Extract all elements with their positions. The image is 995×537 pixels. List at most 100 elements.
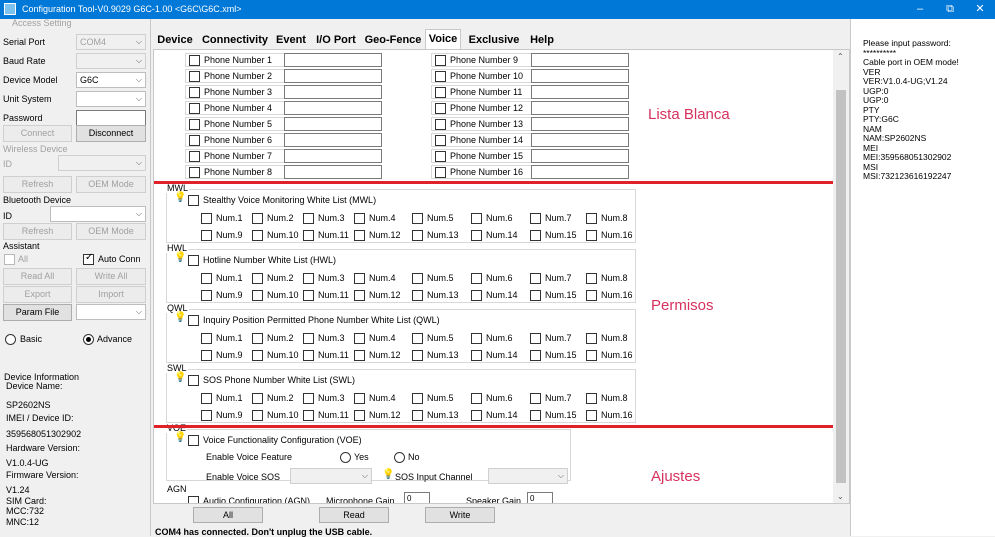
swl-num-checkbox[interactable] <box>201 393 212 404</box>
phone-12-input[interactable] <box>531 101 629 115</box>
mwl-checkbox[interactable] <box>188 195 199 206</box>
phone-9-input[interactable] <box>531 53 629 67</box>
swl-num-checkbox[interactable] <box>354 393 365 404</box>
param-file-button[interactable]: Param File <box>3 304 72 321</box>
mwl-num-checkbox[interactable] <box>354 213 365 224</box>
qwl-num-checkbox[interactable] <box>412 333 423 344</box>
import-button[interactable]: Import <box>76 286 146 303</box>
hwl-checkbox[interactable] <box>188 255 199 266</box>
mwl-num-checkbox[interactable] <box>252 213 263 224</box>
phone-1-input[interactable] <box>284 53 382 67</box>
microphone-gain-input[interactable]: 0 <box>404 492 430 503</box>
phone-10-input[interactable] <box>531 69 629 83</box>
mwl-num-checkbox[interactable] <box>252 230 263 241</box>
qwl-num-checkbox[interactable] <box>201 350 212 361</box>
voice-sos-select[interactable]: ⌵ <box>290 468 372 484</box>
advance-radio[interactable] <box>83 334 94 345</box>
qwl-num-checkbox[interactable] <box>586 350 597 361</box>
hwl-num-checkbox[interactable] <box>471 273 482 284</box>
mwl-num-checkbox[interactable] <box>201 230 212 241</box>
read-button[interactable]: Read <box>319 507 389 523</box>
content-scrollbar[interactable]: ⌃ ⌄ <box>833 50 849 503</box>
all-checkbox[interactable] <box>4 254 15 265</box>
phone-7-input[interactable] <box>284 149 382 163</box>
phone-14-input[interactable] <box>531 133 629 147</box>
maximize-button[interactable]: ⧉ <box>935 0 965 19</box>
hwl-num-checkbox[interactable] <box>303 290 314 301</box>
swl-num-checkbox[interactable] <box>471 393 482 404</box>
refresh-button-wireless[interactable]: Refresh <box>3 176 72 193</box>
hwl-num-checkbox[interactable] <box>354 273 365 284</box>
qwl-num-checkbox[interactable] <box>471 350 482 361</box>
hwl-num-checkbox[interactable] <box>201 290 212 301</box>
serial-port-select[interactable]: COM4 ⌵ <box>76 34 146 50</box>
param-file-select[interactable]: ⌵ <box>76 304 146 320</box>
hwl-num-checkbox[interactable] <box>412 290 423 301</box>
hwl-num-checkbox[interactable] <box>586 273 597 284</box>
swl-num-checkbox[interactable] <box>354 410 365 421</box>
qwl-num-checkbox[interactable] <box>354 350 365 361</box>
hwl-num-checkbox[interactable] <box>412 273 423 284</box>
swl-num-checkbox[interactable] <box>530 410 541 421</box>
qwl-num-checkbox[interactable] <box>530 333 541 344</box>
write-button[interactable]: Write <box>425 507 495 523</box>
phone-2-input[interactable] <box>284 69 382 83</box>
mwl-num-checkbox[interactable] <box>201 213 212 224</box>
swl-num-checkbox[interactable] <box>412 410 423 421</box>
export-button[interactable]: Export <box>3 286 72 303</box>
qwl-num-checkbox[interactable] <box>530 350 541 361</box>
swl-num-checkbox[interactable] <box>412 393 423 404</box>
hwl-num-checkbox[interactable] <box>303 273 314 284</box>
tab-event[interactable]: Event <box>273 31 309 49</box>
wireless-id-select[interactable]: ⌵ <box>58 155 146 171</box>
oem-mode-button-wireless[interactable]: OEM Mode <box>76 176 146 193</box>
close-button[interactable]: ✕ <box>965 0 995 19</box>
swl-num-checkbox[interactable] <box>471 410 482 421</box>
baud-rate-select[interactable]: ⌵ <box>76 53 146 69</box>
tab-device[interactable]: Device <box>155 31 195 49</box>
swl-num-checkbox[interactable] <box>303 393 314 404</box>
qwl-num-checkbox[interactable] <box>252 333 263 344</box>
hwl-num-checkbox[interactable] <box>530 290 541 301</box>
device-model-select[interactable]: G6C ⌵ <box>76 72 146 88</box>
auto-conn-checkbox[interactable] <box>83 252 94 265</box>
phone-3-input[interactable] <box>284 85 382 99</box>
voice-feature-no-radio[interactable] <box>394 452 405 463</box>
qwl-num-checkbox[interactable] <box>354 333 365 344</box>
hwl-num-checkbox[interactable] <box>530 273 541 284</box>
tab-voice[interactable]: Voice <box>425 29 461 49</box>
swl-num-checkbox[interactable] <box>303 410 314 421</box>
qwl-checkbox[interactable] <box>188 315 199 326</box>
phone-6-input[interactable] <box>284 133 382 147</box>
qwl-num-checkbox[interactable] <box>471 333 482 344</box>
speaker-gain-input[interactable]: 0 <box>527 492 553 503</box>
swl-num-checkbox[interactable] <box>201 410 212 421</box>
password-field[interactable] <box>76 110 146 126</box>
bluetooth-id-select[interactable]: ⌵ <box>50 206 146 222</box>
hwl-num-checkbox[interactable] <box>354 290 365 301</box>
hwl-num-checkbox[interactable] <box>586 290 597 301</box>
sos-input-channel-select[interactable]: ⌵ <box>488 468 568 484</box>
mwl-num-checkbox[interactable] <box>586 213 597 224</box>
disconnect-button[interactable]: Disconnect <box>76 125 146 142</box>
phone-15-input[interactable] <box>531 149 629 163</box>
refresh-button-bluetooth[interactable]: Refresh <box>3 223 72 240</box>
tab-help[interactable]: Help <box>527 31 557 49</box>
connect-button[interactable]: Connect <box>3 125 72 142</box>
mwl-num-checkbox[interactable] <box>471 230 482 241</box>
mwl-num-checkbox[interactable] <box>412 230 423 241</box>
read-all-button[interactable]: Read All <box>3 268 72 285</box>
phone-4-input[interactable] <box>284 101 382 115</box>
tab-exclusive[interactable]: Exclusive <box>463 31 525 49</box>
qwl-num-checkbox[interactable] <box>586 333 597 344</box>
qwl-num-checkbox[interactable] <box>201 333 212 344</box>
scroll-thumb[interactable] <box>836 90 846 483</box>
phone-8-input[interactable] <box>284 165 382 179</box>
minimize-button[interactable]: – <box>905 0 935 19</box>
voice-feature-yes-radio[interactable] <box>340 452 351 463</box>
basic-radio[interactable] <box>5 334 16 345</box>
phone-5-input[interactable] <box>284 117 382 131</box>
qwl-num-checkbox[interactable] <box>252 350 263 361</box>
agn-checkbox[interactable] <box>188 496 199 503</box>
mwl-num-checkbox[interactable] <box>303 230 314 241</box>
